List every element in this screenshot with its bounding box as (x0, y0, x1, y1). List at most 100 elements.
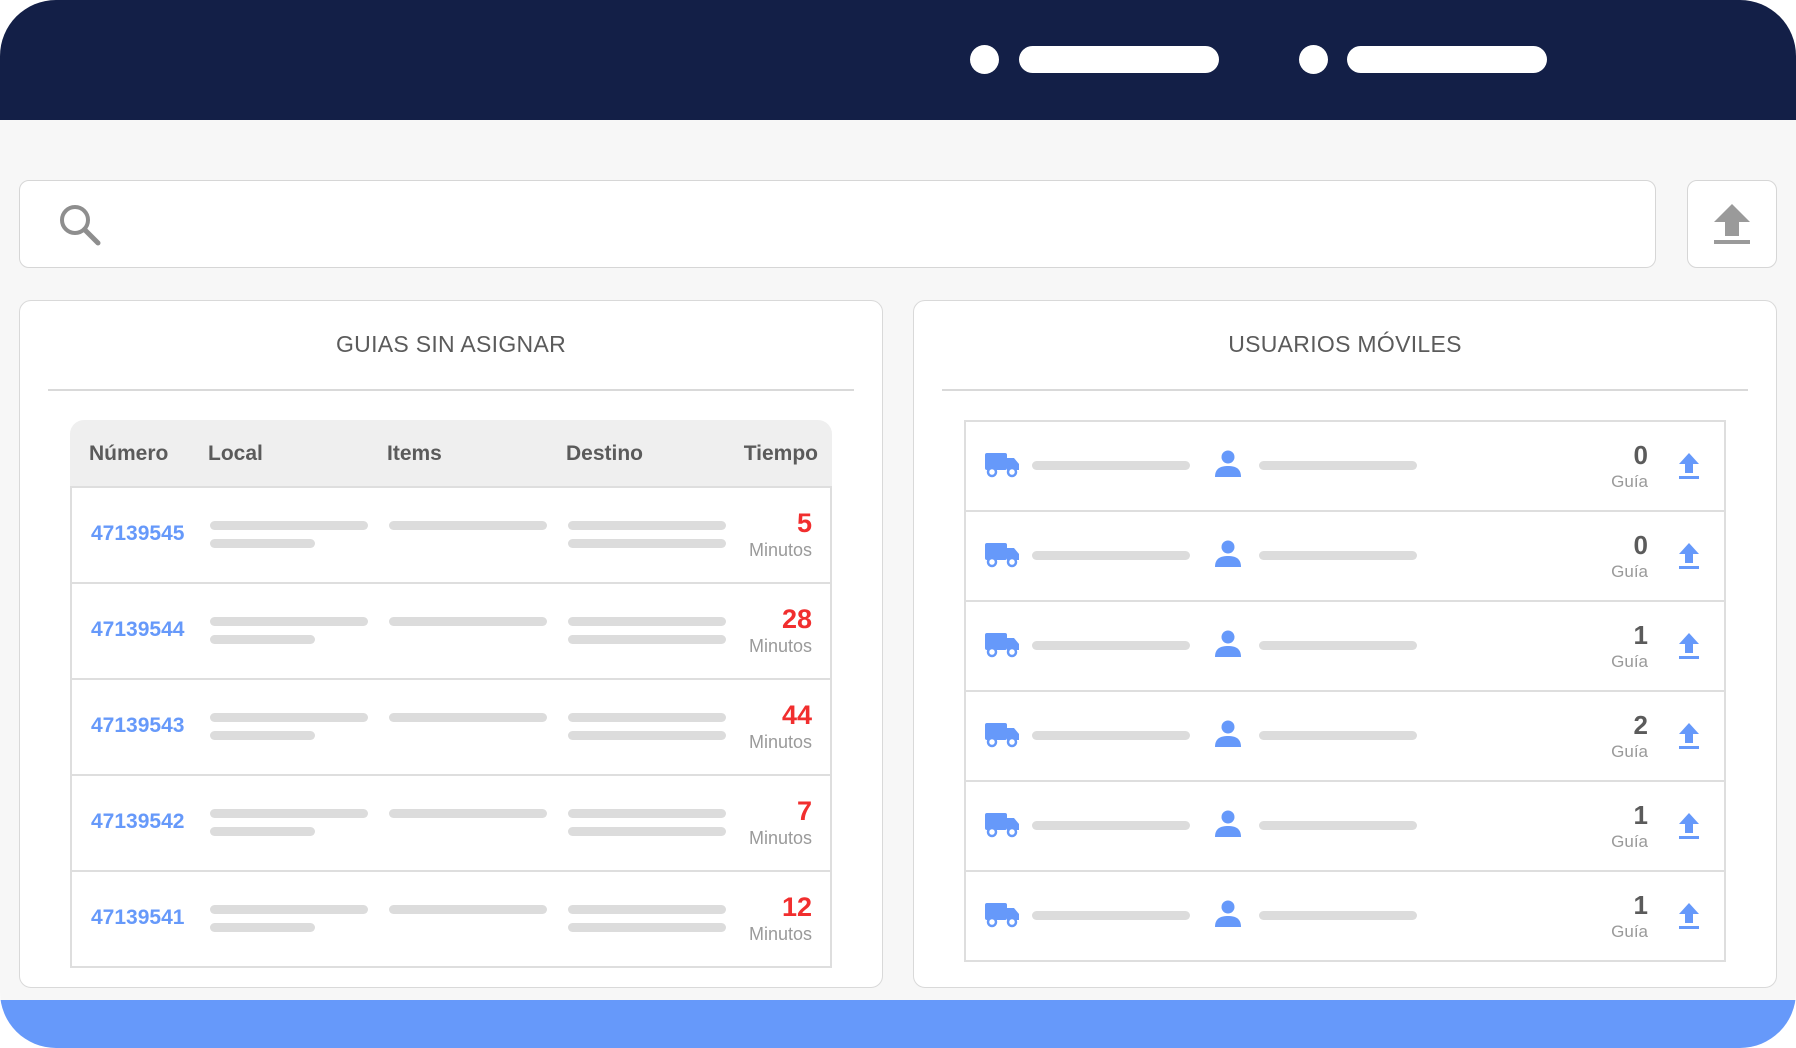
upload-icon[interactable] (1678, 722, 1700, 750)
local-placeholder-2 (210, 635, 315, 644)
destino-placeholder (568, 521, 726, 530)
list-item[interactable]: 1 Guía (964, 872, 1726, 962)
guide-unit: Guía (1611, 742, 1648, 761)
local-placeholder-2 (210, 539, 315, 548)
guide-number-link[interactable]: 47139545 (91, 522, 184, 546)
divider (48, 389, 854, 391)
time-unit: Minutos (748, 828, 812, 848)
nav-item-placeholder-1[interactable] (1019, 46, 1219, 73)
mobile-users-panel: USUARIOS MÓVILES 0 Guía 0 Guía 1 Guía 2 … (913, 300, 1777, 988)
user-icon (1215, 900, 1241, 927)
nav-dot-1[interactable] (970, 45, 999, 74)
time-unit: Minutos (748, 924, 812, 944)
column-header-numero[interactable]: Número (89, 442, 168, 466)
user-icon (1215, 540, 1241, 567)
guide-count: 1 (1633, 620, 1648, 650)
guide-count: 0 (1633, 440, 1648, 470)
truck-icon (985, 903, 1019, 928)
guide-unit: Guía (1611, 562, 1648, 581)
local-placeholder (210, 617, 368, 626)
list-item[interactable]: 0 Guía (964, 512, 1726, 602)
local-placeholder-2 (210, 731, 315, 740)
vehicle-placeholder (1032, 461, 1190, 470)
nav-item-placeholder-2[interactable] (1347, 46, 1547, 73)
upload-icon[interactable] (1678, 632, 1700, 660)
mobile-users-list: 0 Guía 0 Guía 1 Guía 2 Guía 1 Guía 1 Guí… (964, 420, 1726, 962)
table-row[interactable]: 47139542 7 Minutos (70, 776, 832, 872)
list-item[interactable]: 0 Guía (964, 420, 1726, 512)
divider (942, 389, 1748, 391)
list-item[interactable]: 1 Guía (964, 602, 1726, 692)
upload-icon[interactable] (1678, 902, 1700, 930)
truck-icon (985, 813, 1019, 838)
list-item[interactable]: 2 Guía (964, 692, 1726, 782)
guide-number-link[interactable]: 47139544 (91, 618, 184, 642)
table-header: Número Local Items Destino Tiempo (70, 420, 832, 486)
search-bar[interactable] (19, 180, 1656, 268)
guides-table: Número Local Items Destino Tiempo 471395… (70, 420, 832, 968)
guide-number-link[interactable]: 47139541 (91, 906, 184, 930)
guide-count: 2 (1633, 710, 1648, 740)
truck-icon (985, 453, 1019, 478)
column-header-tiempo[interactable]: Tiempo (744, 442, 818, 466)
user-name-placeholder (1259, 821, 1417, 830)
upload-icon[interactable] (1678, 812, 1700, 840)
table-row[interactable]: 47139541 12 Minutos (70, 872, 832, 968)
table-row[interactable]: 47139545 5 Minutos (70, 486, 832, 584)
time-value: 7 (796, 796, 812, 826)
destino-placeholder (568, 809, 726, 818)
user-name-placeholder (1259, 461, 1417, 470)
local-placeholder (210, 905, 368, 914)
search-input[interactable] (130, 201, 1634, 251)
column-header-items[interactable]: Items (387, 442, 442, 466)
time-value: 44 (781, 700, 812, 730)
destino-placeholder-2 (568, 635, 726, 644)
vehicle-placeholder (1032, 731, 1190, 740)
guide-unit: Guía (1611, 832, 1648, 851)
upload-icon[interactable] (1678, 452, 1700, 480)
nav-dot-2[interactable] (1299, 45, 1328, 74)
items-placeholder (389, 617, 547, 626)
time-unit: Minutos (748, 732, 812, 752)
user-icon (1215, 810, 1241, 837)
upload-button[interactable] (1687, 180, 1777, 268)
upload-icon[interactable] (1678, 542, 1700, 570)
truck-icon (985, 723, 1019, 748)
vehicle-placeholder (1032, 821, 1190, 830)
items-placeholder (389, 521, 547, 530)
table-row[interactable]: 47139544 28 Minutos (70, 584, 832, 680)
column-header-destino[interactable]: Destino (566, 442, 643, 466)
local-placeholder-2 (210, 827, 315, 836)
destino-placeholder-2 (568, 539, 726, 548)
time-value: 5 (796, 508, 812, 538)
table-row[interactable]: 47139543 44 Minutos (70, 680, 832, 776)
items-placeholder (389, 905, 547, 914)
guide-count: 1 (1633, 800, 1648, 830)
column-header-local[interactable]: Local (208, 442, 263, 466)
upload-icon (1714, 204, 1750, 244)
destino-placeholder-2 (568, 827, 726, 836)
destino-placeholder-2 (568, 731, 726, 740)
bottom-bar (0, 1000, 1796, 1048)
vehicle-placeholder (1032, 551, 1190, 560)
user-icon (1215, 450, 1241, 477)
user-name-placeholder (1259, 641, 1417, 650)
truck-icon (985, 633, 1019, 658)
guide-number-link[interactable]: 47139543 (91, 714, 184, 738)
truck-icon (985, 543, 1019, 568)
local-placeholder-2 (210, 923, 315, 932)
time-unit: Minutos (748, 540, 812, 560)
items-placeholder (389, 809, 547, 818)
time-value: 12 (781, 892, 812, 922)
destino-placeholder (568, 905, 726, 914)
time-unit: Minutos (748, 636, 812, 656)
guide-number-link[interactable]: 47139542 (91, 810, 184, 834)
local-placeholder (210, 521, 368, 530)
guide-count: 1 (1633, 890, 1648, 920)
destino-placeholder (568, 617, 726, 626)
destino-placeholder-2 (568, 923, 726, 932)
guide-unit: Guía (1611, 472, 1648, 491)
list-item[interactable]: 1 Guía (964, 782, 1726, 872)
vehicle-placeholder (1032, 911, 1190, 920)
items-placeholder (389, 713, 547, 722)
